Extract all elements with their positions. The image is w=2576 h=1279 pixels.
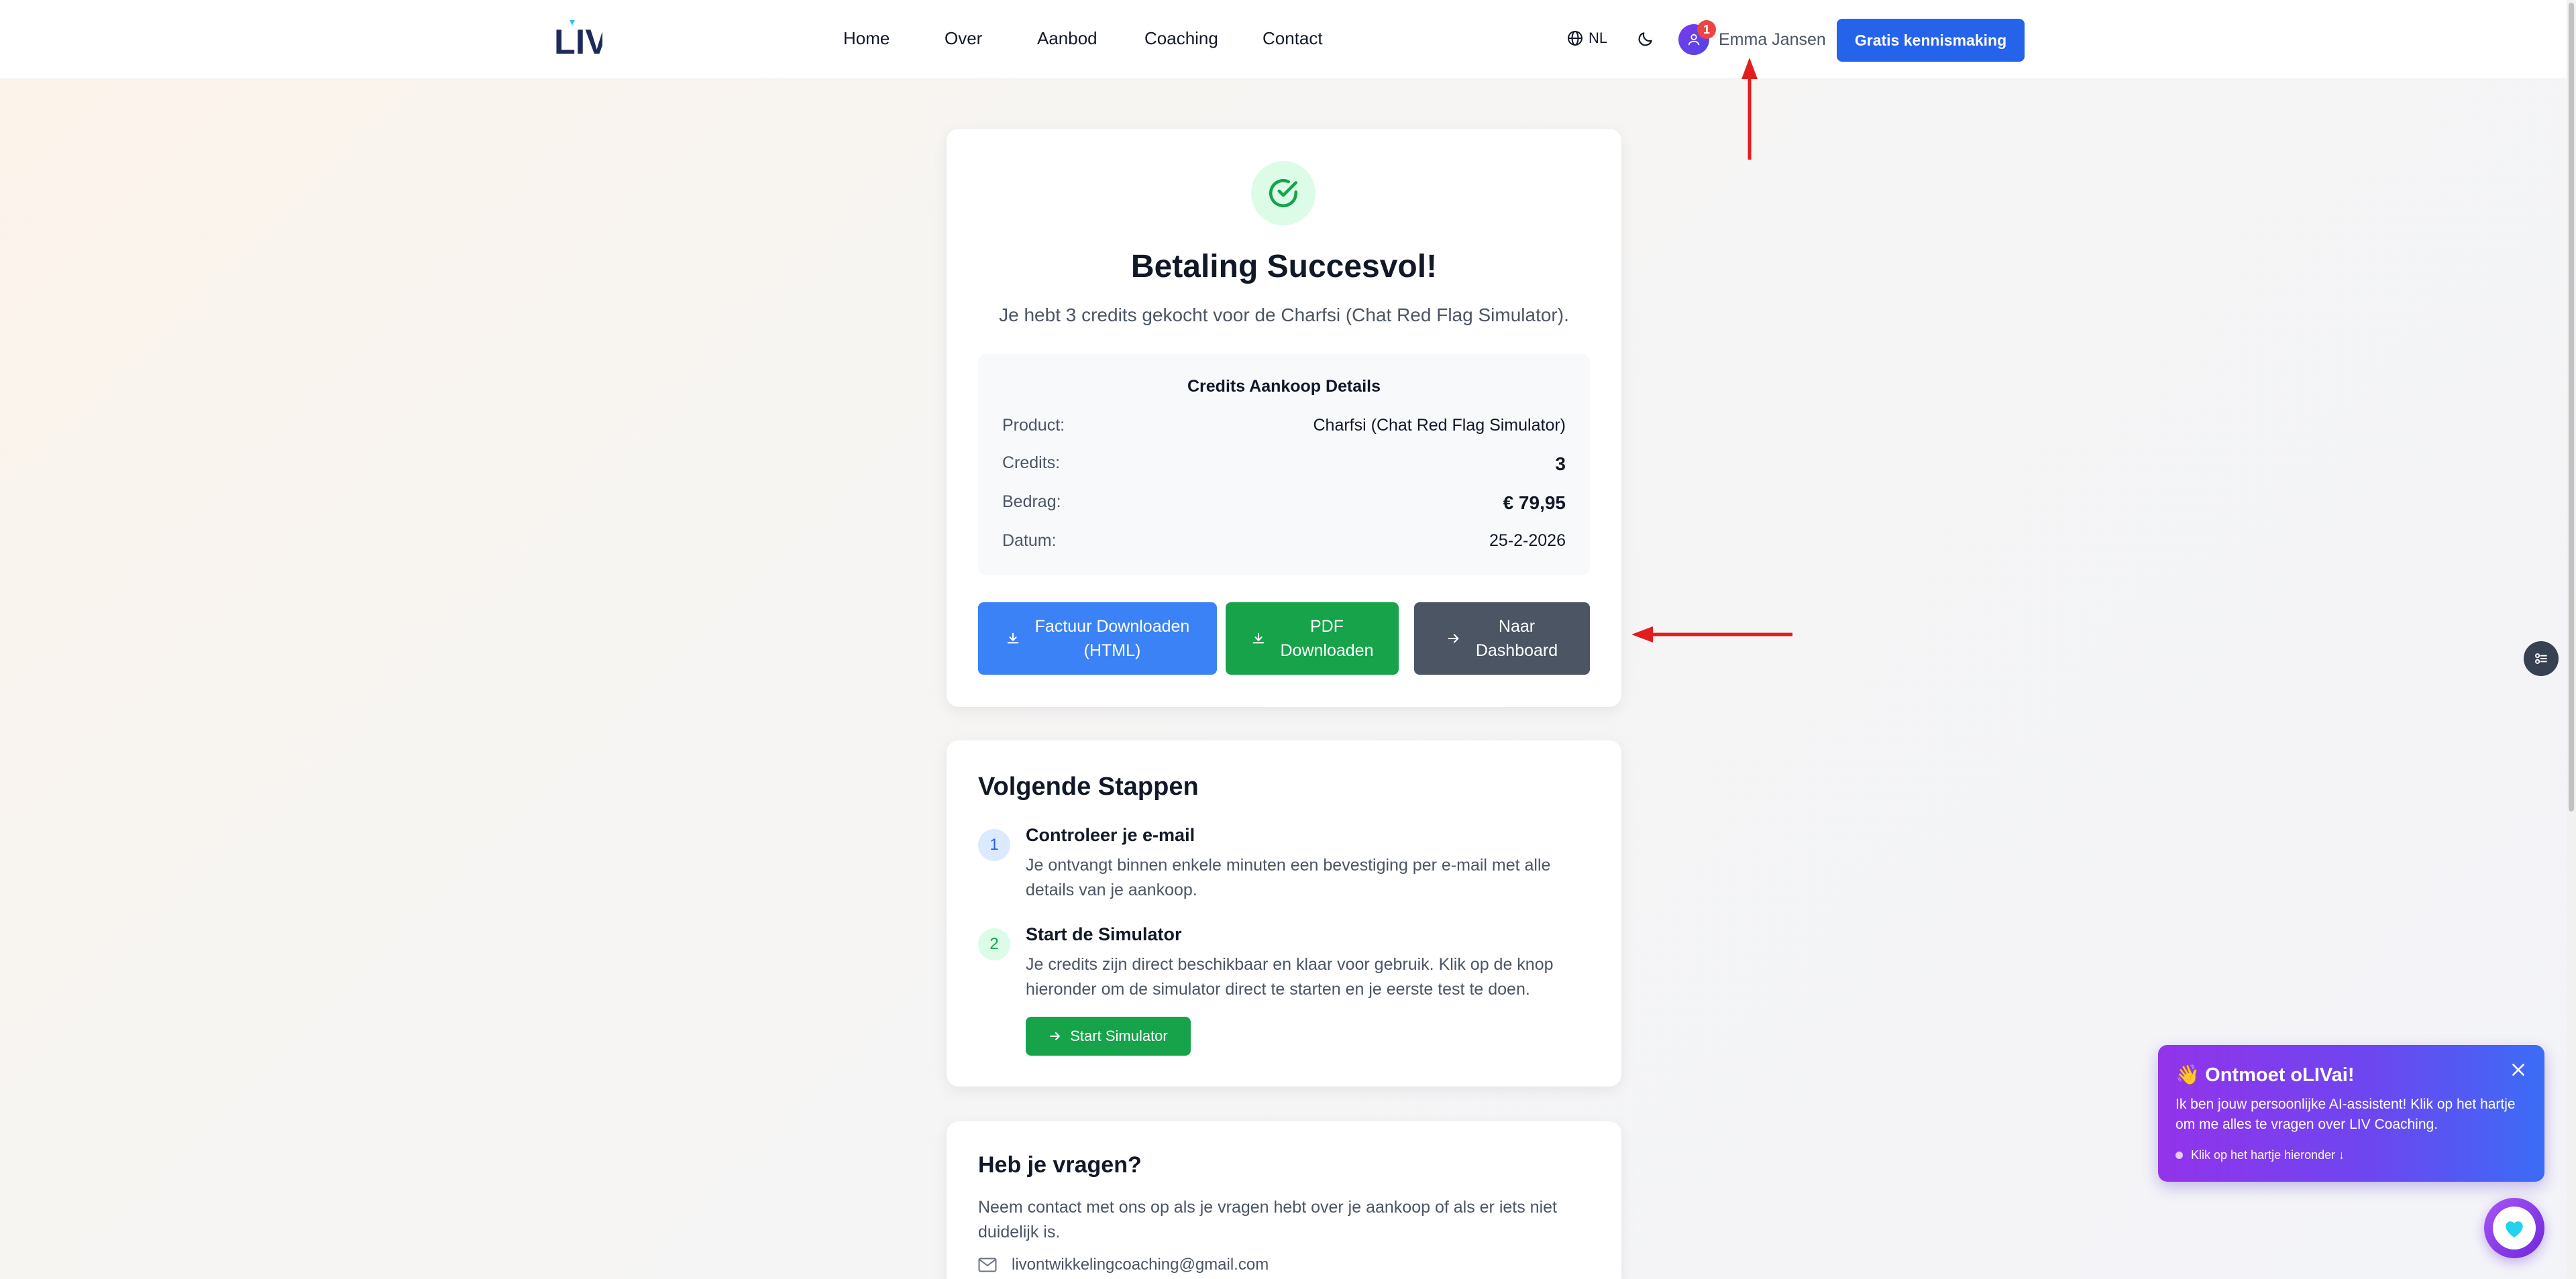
detail-row-credits: Credits: 3 [1002,453,1566,475]
email-address: livontwikkelingcoaching@gmail.com [1012,1256,1269,1274]
nav-home[interactable]: Home [843,28,890,49]
dashboard-button[interactable]: Naar Dashboard [1414,602,1590,675]
sliders-icon [2535,653,2547,664]
chat-hint-text: Klik op het hartje hieronder ↓ [2191,1148,2345,1162]
step-text: Je credits zijn direct beschikbaar en kl… [1026,955,1554,999]
notification-badge: 1 [1697,20,1716,39]
chat-popup-body: Ik ben jouw persoonlijke AI-assistent! K… [2176,1097,2516,1132]
step-title: Controleer je e-mail [1026,825,1195,845]
invoice-download-label: Factuur Downloaden (HTML) [1034,617,1190,660]
next-steps-card: Volgende Stappen 1 Controleer je e-mail … [947,740,1621,1087]
free-intro-button[interactable]: Gratis kennismaking [1837,19,2025,62]
detail-label: Bedrag: [1002,492,1061,511]
detail-value: 3 [1555,453,1566,474]
purchase-details: Credits Aankoop Details Product: Charfsi… [978,354,1590,575]
start-simulator-button[interactable]: Start Simulator [1026,1017,1191,1056]
svg-text:LIV: LIV [554,23,602,58]
annotation-arrow-up [1741,58,1758,160]
success-title: Betaling Succesvol! [1130,249,1438,284]
mail-icon [978,1258,997,1272]
start-simulator-label: Start Simulator [1070,1027,1168,1044]
detail-row-amount: Bedrag: € 79,95 [1002,492,1566,514]
nav-coaching[interactable]: Coaching [1144,28,1218,49]
detail-label: Datum: [1002,531,1057,550]
dashboard-label: Naar Dashboard [1475,617,1558,660]
chat-assistant-popup: 👋 Ontmoet oLIVai! Ik ben jouw persoonlij… [2158,1045,2544,1182]
bullet-dot [2176,1152,2183,1159]
step-number: 2 [978,928,1010,960]
payment-success-card: Betaling Succesvol! Je hebt 3 credits ge… [947,129,1621,707]
accessibility-settings-button[interactable] [2524,641,2559,676]
heart-button-inner [2493,1207,2536,1249]
check-circle-icon [1269,178,1298,208]
detail-label: Product: [1002,416,1065,435]
contact-email[interactable]: livontwikkelingcoaching@gmail.com [978,1256,1269,1274]
detail-row-date: Datum: 25-2-2026 [1002,531,1566,551]
top-header: LIV Home Over Aanbod Coaching Contact NL… [0,0,2567,79]
next-steps-title: Volgende Stappen [978,773,1199,801]
invoice-download-button[interactable]: Factuur Downloaden (HTML) [978,602,1217,675]
download-icon [1007,632,1018,644]
nav-aanbod[interactable]: Aanbod [1037,28,1097,49]
detail-label: Credits: [1002,453,1061,472]
step-number: 1 [978,829,1010,861]
success-subtitle: Je hebt 3 credits gekocht voor de Charfs… [999,304,1569,325]
annotation-arrow-left [1631,626,1792,643]
detail-value: € 79,95 [1503,492,1566,513]
questions-text: Neem contact met ons op als je vragen he… [978,1198,1557,1241]
scrollbar-thumb[interactable] [2569,3,2574,812]
nav-contact[interactable]: Contact [1263,28,1323,49]
step-text: Je ontvangt binnen enkele minuten een be… [1026,856,1551,899]
detail-value: 25-2-2026 [1489,531,1566,550]
download-icon [1252,632,1264,644]
success-icon-circle [1251,161,1316,225]
details-title: Credits Aankoop Details [1187,377,1381,396]
chat-popup-title: 👋 Ontmoet oLIVai! [2176,1064,2355,1086]
moon-icon[interactable] [1637,30,1654,48]
arrow-right-icon [1448,634,1459,643]
globe-icon [1568,31,1582,46]
step-title: Start de Simulator [1026,924,1182,944]
questions-title: Heb je vragen? [978,1152,1142,1178]
language-switcher[interactable]: NL [1567,30,1607,47]
language-label: NL [1589,30,1608,46]
detail-value: Charfsi (Chat Red Flag Simulator) [1313,416,1566,435]
open-chat-button[interactable] [2484,1198,2544,1258]
pdf-download-button[interactable]: PDF Downloaden [1226,602,1399,675]
pdf-download-label: PDF Downloaden [1280,617,1374,660]
chat-popup-hint: Klik op het hartje hieronder ↓ [2176,1148,2345,1162]
liv-logo[interactable]: LIV [553,19,602,58]
questions-card: Heb je vragen? Neem contact met ons op a… [947,1121,1621,1279]
detail-row-product: Product: Charfsi (Chat Red Flag Simulato… [1002,416,1566,435]
arrow-right-icon [1050,1032,1061,1040]
user-name[interactable]: Emma Jansen [1719,30,1826,50]
heart-icon [2506,1221,2523,1238]
nav-over[interactable]: Over [945,28,982,49]
close-icon[interactable] [2510,1061,2527,1078]
